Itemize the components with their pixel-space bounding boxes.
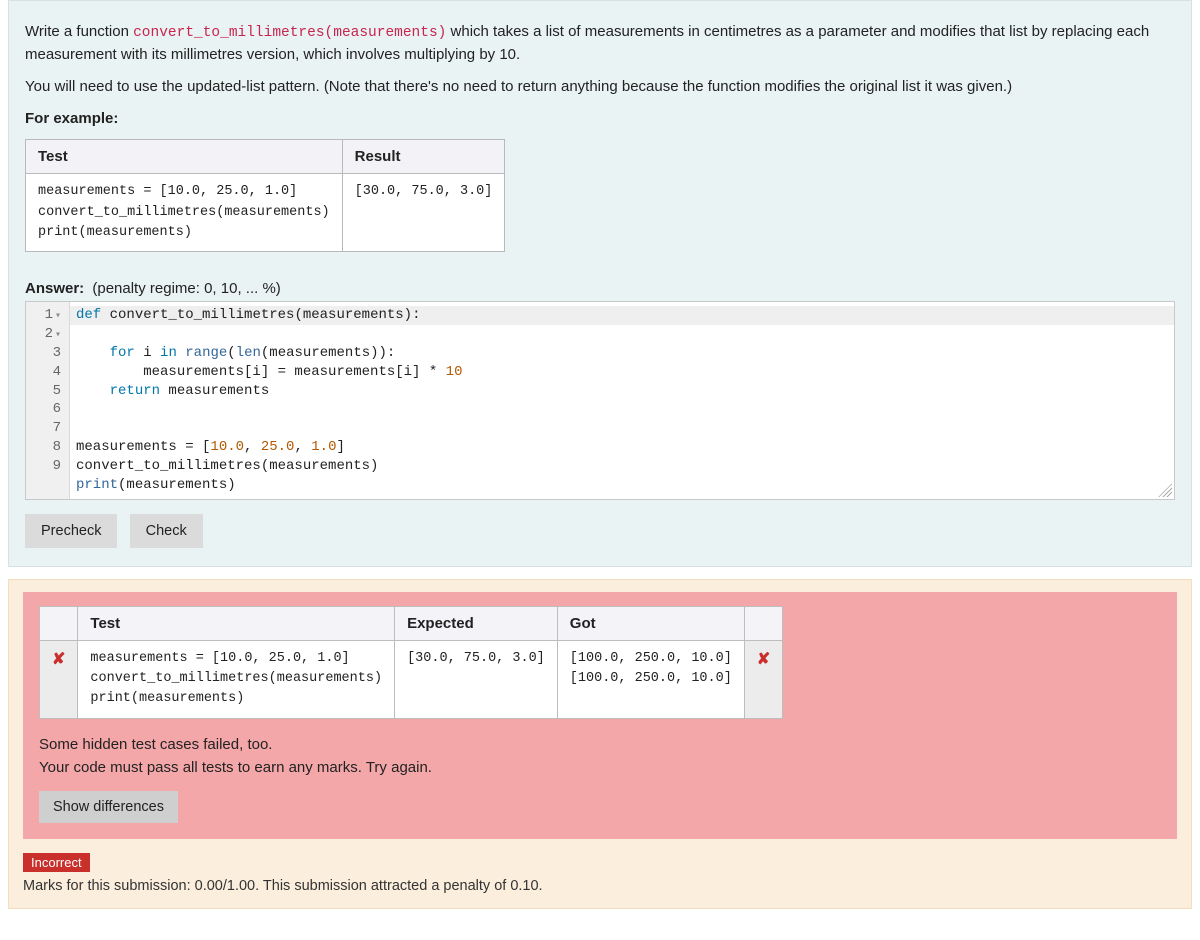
editor-code-area[interactable]: def convert_to_millimetres(measurements)… xyxy=(70,302,1174,499)
status-left-cell: ✘ xyxy=(40,640,78,718)
editor-gutter: 1▾2▾3 4 5 6 7 8 9 xyxy=(26,302,70,499)
question-box: Write a function convert_to_millimetres(… xyxy=(8,0,1192,567)
fail-icon: ✘ xyxy=(757,651,770,668)
button-row: Precheck Check xyxy=(25,514,1175,548)
show-differences-button[interactable]: Show differences xyxy=(39,791,178,823)
answer-section: Answer: (penalty regime: 0, 10, ... %) xyxy=(25,280,1175,297)
example-row: measurements = [10.0, 25.0, 1.0] convert… xyxy=(26,174,505,252)
example-result-code: [30.0, 75.0, 3.0] xyxy=(342,174,505,252)
precheck-button[interactable]: Precheck xyxy=(25,514,117,548)
example-header-result: Result xyxy=(342,140,505,174)
question-intro: Write a function convert_to_millimetres(… xyxy=(25,21,1175,66)
answer-label: Answer: xyxy=(25,280,84,297)
results-header-status-left xyxy=(40,606,78,640)
fail-icon: ✘ xyxy=(52,651,65,668)
result-message: Some hidden test cases failed, too. Your… xyxy=(39,733,1161,780)
result-box: Test Expected Got ✘ measurements = [10.0… xyxy=(23,592,1177,839)
code-editor[interactable]: 1▾2▾3 4 5 6 7 8 9 def convert_to_millime… xyxy=(25,301,1175,500)
results-test-code: measurements = [10.0, 25.0, 1.0] convert… xyxy=(78,640,395,718)
results-header-expected: Expected xyxy=(395,606,558,640)
results-expected: [30.0, 75.0, 3.0] xyxy=(395,640,558,718)
for-example-label: For example: xyxy=(25,108,1175,130)
results-got: [100.0, 250.0, 10.0] [100.0, 250.0, 10.0… xyxy=(557,640,744,718)
feedback-panel: Test Expected Got ✘ measurements = [10.0… xyxy=(8,579,1192,909)
results-row: ✘ measurements = [10.0, 25.0, 1.0] conve… xyxy=(40,640,783,718)
results-header-got: Got xyxy=(557,606,744,640)
results-table: Test Expected Got ✘ measurements = [10.0… xyxy=(39,606,783,719)
results-header-test: Test xyxy=(78,606,395,640)
intro-prefix: Write a function xyxy=(25,23,133,40)
incorrect-badge: Incorrect xyxy=(23,853,90,872)
resize-handle-icon[interactable] xyxy=(1158,483,1172,497)
grade-section: Incorrect Marks for this submission: 0.0… xyxy=(23,853,1177,894)
status-right-cell: ✘ xyxy=(744,640,782,718)
function-signature: convert_to_millimetres(measurements) xyxy=(133,25,446,41)
penalty-regime: (penalty regime: 0, 10, ... %) xyxy=(92,280,280,297)
check-button[interactable]: Check xyxy=(130,514,203,548)
example-test-code: measurements = [10.0, 25.0, 1.0] convert… xyxy=(26,174,343,252)
example-table: Test Result measurements = [10.0, 25.0, … xyxy=(25,139,505,252)
result-msg-line2: Your code must pass all tests to earn an… xyxy=(39,759,432,776)
result-msg-line1: Some hidden test cases failed, too. xyxy=(39,736,272,753)
example-header-test: Test xyxy=(26,140,343,174)
marks-text: Marks for this submission: 0.00/1.00. Th… xyxy=(23,878,1177,894)
results-header-status-right xyxy=(744,606,782,640)
question-para2: You will need to use the updated-list pa… xyxy=(25,76,1175,98)
